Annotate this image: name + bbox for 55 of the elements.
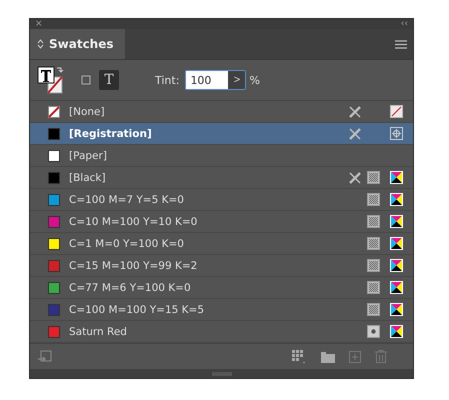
swatch-row[interactable]: C=1 M=0 Y=100 K=0	[30, 233, 413, 255]
process-color-icon	[366, 259, 380, 272]
swatch-name: C=10 M=100 Y=10 K=0	[69, 216, 198, 228]
swatch-name: C=77 M=6 Y=100 K=0	[69, 282, 191, 294]
resize-grip-icon[interactable]	[212, 372, 232, 376]
swatch-name: C=100 M=100 Y=15 K=5	[69, 304, 204, 316]
process-color-icon	[366, 215, 380, 228]
swatch-row[interactable]: [Registration]	[30, 123, 413, 145]
cmyk-icon	[390, 259, 402, 272]
spot-color-icon	[366, 325, 380, 338]
slash-icon	[390, 105, 402, 118]
close-button[interactable]: ×	[35, 19, 43, 29]
menu-icon[interactable]	[395, 40, 407, 48]
process-color-icon	[366, 193, 380, 206]
percent-label: %	[249, 74, 260, 86]
swatch-row[interactable]: C=10 M=100 Y=10 K=0	[30, 211, 413, 233]
swatch-row[interactable]: C=15 M=100 Y=99 K=2	[30, 255, 413, 277]
panel-tab[interactable]: Swatches	[30, 29, 124, 59]
swatch-view-icon[interactable]	[292, 350, 307, 364]
swatch-row[interactable]: [Black]	[30, 167, 413, 189]
swatch-row[interactable]: Saturn Red	[30, 321, 413, 343]
swatch-name: Saturn Red	[69, 326, 127, 338]
registration-mark-icon	[390, 127, 402, 140]
process-color-icon	[366, 237, 380, 250]
trash-icon[interactable]	[375, 350, 387, 363]
process-color-icon	[366, 281, 380, 294]
swatch-row[interactable]: C=100 M=100 Y=15 K=5	[30, 299, 413, 321]
cmyk-icon	[390, 193, 402, 206]
swatch-name: [Registration]	[69, 128, 152, 140]
swatch-row[interactable]: C=100 M=7 Y=5 K=0	[30, 189, 413, 211]
process-color-icon	[366, 171, 380, 184]
container-icon[interactable]	[81, 75, 91, 85]
swatch-row[interactable]: [Paper]	[30, 145, 413, 167]
swatch-name: [Black]	[69, 172, 106, 184]
cmyk-icon	[390, 237, 402, 250]
sort-arrows-icon[interactable]	[37, 39, 44, 49]
import-swatches-icon[interactable]	[38, 350, 52, 364]
swatch-row[interactable]: C=77 M=6 Y=100 K=0	[30, 277, 413, 299]
cmyk-icon	[390, 325, 402, 338]
swatch-name: C=1 M=0 Y=100 K=0	[69, 238, 184, 250]
swatch-name: [None]	[69, 106, 105, 118]
swatch-name: [Paper]	[69, 150, 107, 162]
swatch-name: C=100 M=7 Y=5 K=0	[69, 194, 184, 206]
process-color-icon	[366, 303, 380, 316]
fill-stroke-icon[interactable]	[37, 66, 65, 94]
tint-label: Tint:	[155, 74, 180, 86]
cmyk-icon	[390, 303, 402, 316]
text-mode-button[interactable]: T	[99, 70, 119, 90]
swatch-name: C=15 M=100 Y=99 K=2	[69, 260, 198, 272]
folder-icon[interactable]	[321, 350, 335, 362]
collapse-button[interactable]: ‹‹	[400, 19, 408, 29]
cmyk-icon	[390, 281, 402, 294]
new-swatch-icon[interactable]	[349, 350, 361, 362]
cmyk-icon	[390, 215, 402, 228]
cmyk-icon	[390, 171, 402, 184]
